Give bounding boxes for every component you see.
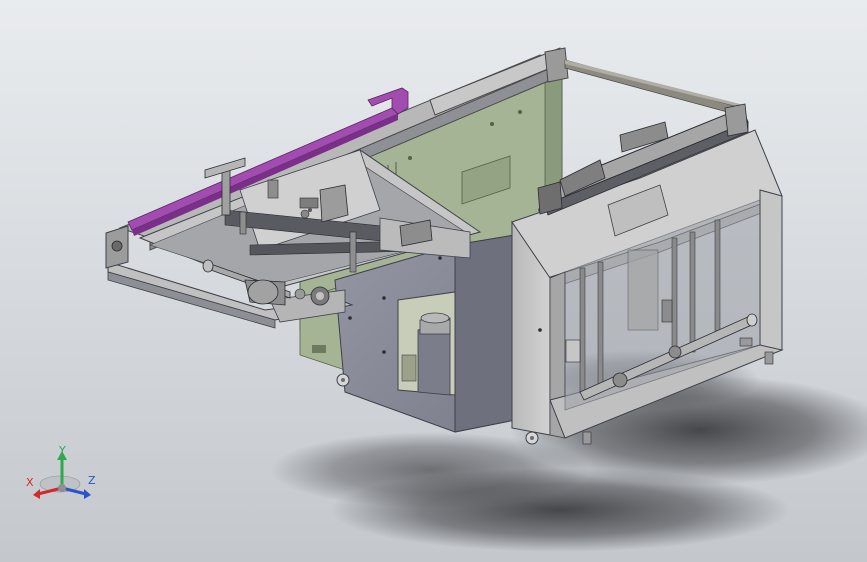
model-canvas[interactable]: Y X Z — [0, 0, 867, 562]
triad-x-label: X — [26, 476, 34, 489]
triad-y-label: Y — [58, 444, 66, 457]
cad-viewport[interactable]: Y X Z — [0, 0, 867, 562]
triad-z-label: Z — [88, 474, 96, 487]
